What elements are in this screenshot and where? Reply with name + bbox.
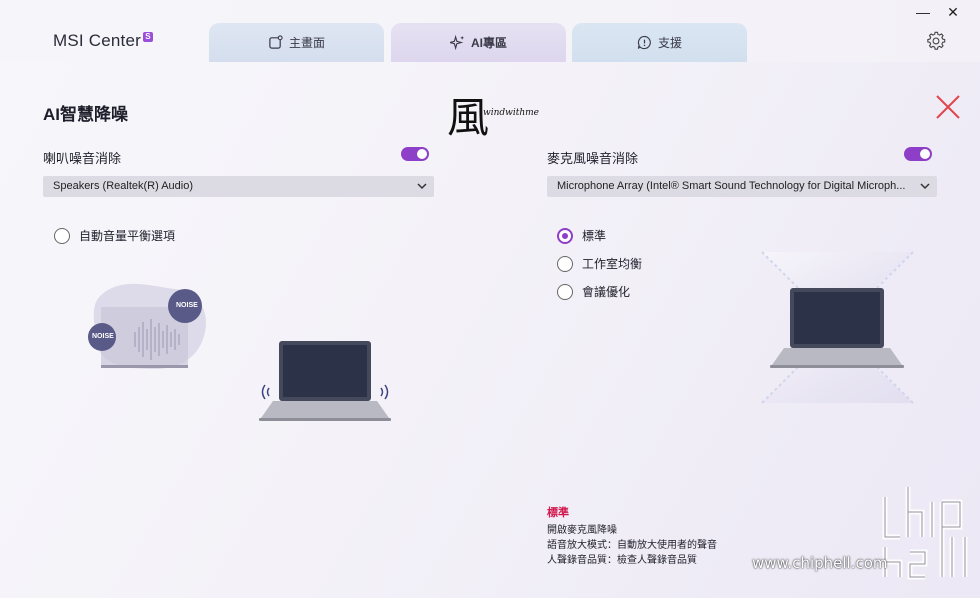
chiphell-watermark-text: www.chiphell.com bbox=[752, 554, 888, 572]
close-icon[interactable] bbox=[935, 94, 961, 120]
speaker-device-value: Speakers (Realtek(R) Audio) bbox=[53, 180, 194, 192]
mic-option-standard[interactable]: 標準 bbox=[557, 227, 606, 244]
chevron-down-icon bbox=[920, 183, 930, 190]
noise-illustration bbox=[88, 283, 206, 369]
app-name: MSI Center bbox=[53, 31, 141, 50]
tab-home[interactable]: 主畫面 bbox=[209, 23, 384, 62]
mic-option-studio[interactable]: 工作室均衡 bbox=[557, 255, 642, 272]
noise-badge-1: NOISE bbox=[176, 302, 198, 309]
mode-info-line: 語音放大模式：自動放大使用者的聲音 bbox=[547, 540, 717, 551]
home-icon bbox=[269, 35, 283, 49]
page-title: AI智慧降噪 bbox=[43, 105, 128, 124]
speaker-device-select[interactable]: Speakers (Realtek(R) Audio) bbox=[43, 176, 434, 197]
mic-section-label: 麥克風噪音消除 bbox=[547, 151, 639, 166]
auto-volume-option[interactable]: 自動音量平衡選項 bbox=[54, 227, 175, 244]
mic-option-radio[interactable] bbox=[557, 283, 573, 300]
mode-info-line: 開啟麥克風降噪 bbox=[547, 525, 617, 536]
mic-option-radio[interactable] bbox=[557, 255, 573, 272]
mic-option-label: 會議優化 bbox=[582, 285, 631, 299]
mic-option-label: 標準 bbox=[582, 229, 607, 243]
auto-volume-radio[interactable] bbox=[54, 227, 70, 244]
window-close-button[interactable]: ✕ bbox=[943, 4, 963, 20]
tab-support-label: 支援 bbox=[657, 36, 682, 50]
tab-home-label: 主畫面 bbox=[288, 36, 325, 50]
app-badge: S bbox=[142, 32, 153, 43]
minimize-button[interactable]: — bbox=[913, 4, 933, 20]
tab-support[interactable]: 支援 bbox=[572, 23, 747, 62]
mic-option-meeting[interactable]: 會議優化 bbox=[557, 283, 630, 300]
sparkle-icon bbox=[449, 35, 465, 50]
mode-info: 標準 開啟麥克風降噪 語音放大模式：自動放大使用者的聲音 人聲錄音品質：檢查人聲… bbox=[547, 506, 717, 568]
app-logo: MSI Center S bbox=[53, 31, 153, 51]
mic-noise-toggle[interactable] bbox=[904, 147, 932, 161]
mic-device-select[interactable]: Microphone Array (Intel® Smart Sound Tec… bbox=[547, 176, 937, 197]
mic-laptop-illustration bbox=[761, 251, 914, 404]
auto-volume-label: 自動音量平衡選項 bbox=[79, 229, 176, 243]
mode-info-heading: 標準 bbox=[547, 507, 569, 519]
tab-ai[interactable]: AI專區 bbox=[391, 23, 566, 62]
main-content: AI智慧降噪 風 windwithme 喇叭噪音消除 Speakers (Rea… bbox=[0, 62, 980, 598]
title-bar: MSI Center S 主畫面 AI專區 支援 — ✕ bbox=[0, 0, 980, 62]
speaker-laptop-illustration bbox=[259, 341, 391, 421]
noise-badge-2: NOISE bbox=[92, 333, 114, 340]
mic-device-value: Microphone Array (Intel® Smart Sound Tec… bbox=[557, 180, 906, 192]
speaker-section-label: 喇叭噪音消除 bbox=[43, 151, 122, 166]
tab-ai-label: AI專區 bbox=[470, 36, 507, 50]
mic-option-label: 工作室均衡 bbox=[582, 257, 643, 271]
watermark-text: windwithme bbox=[483, 108, 539, 118]
chiphell-watermark-logo bbox=[882, 487, 968, 580]
speaker-noise-toggle[interactable] bbox=[401, 147, 429, 161]
gear-icon[interactable] bbox=[925, 30, 947, 52]
help-icon bbox=[637, 35, 651, 50]
mic-option-radio[interactable] bbox=[557, 227, 573, 244]
mode-info-line: 人聲錄音品質：檢查人聲錄音品質 bbox=[547, 555, 697, 566]
chevron-down-icon bbox=[417, 183, 427, 190]
